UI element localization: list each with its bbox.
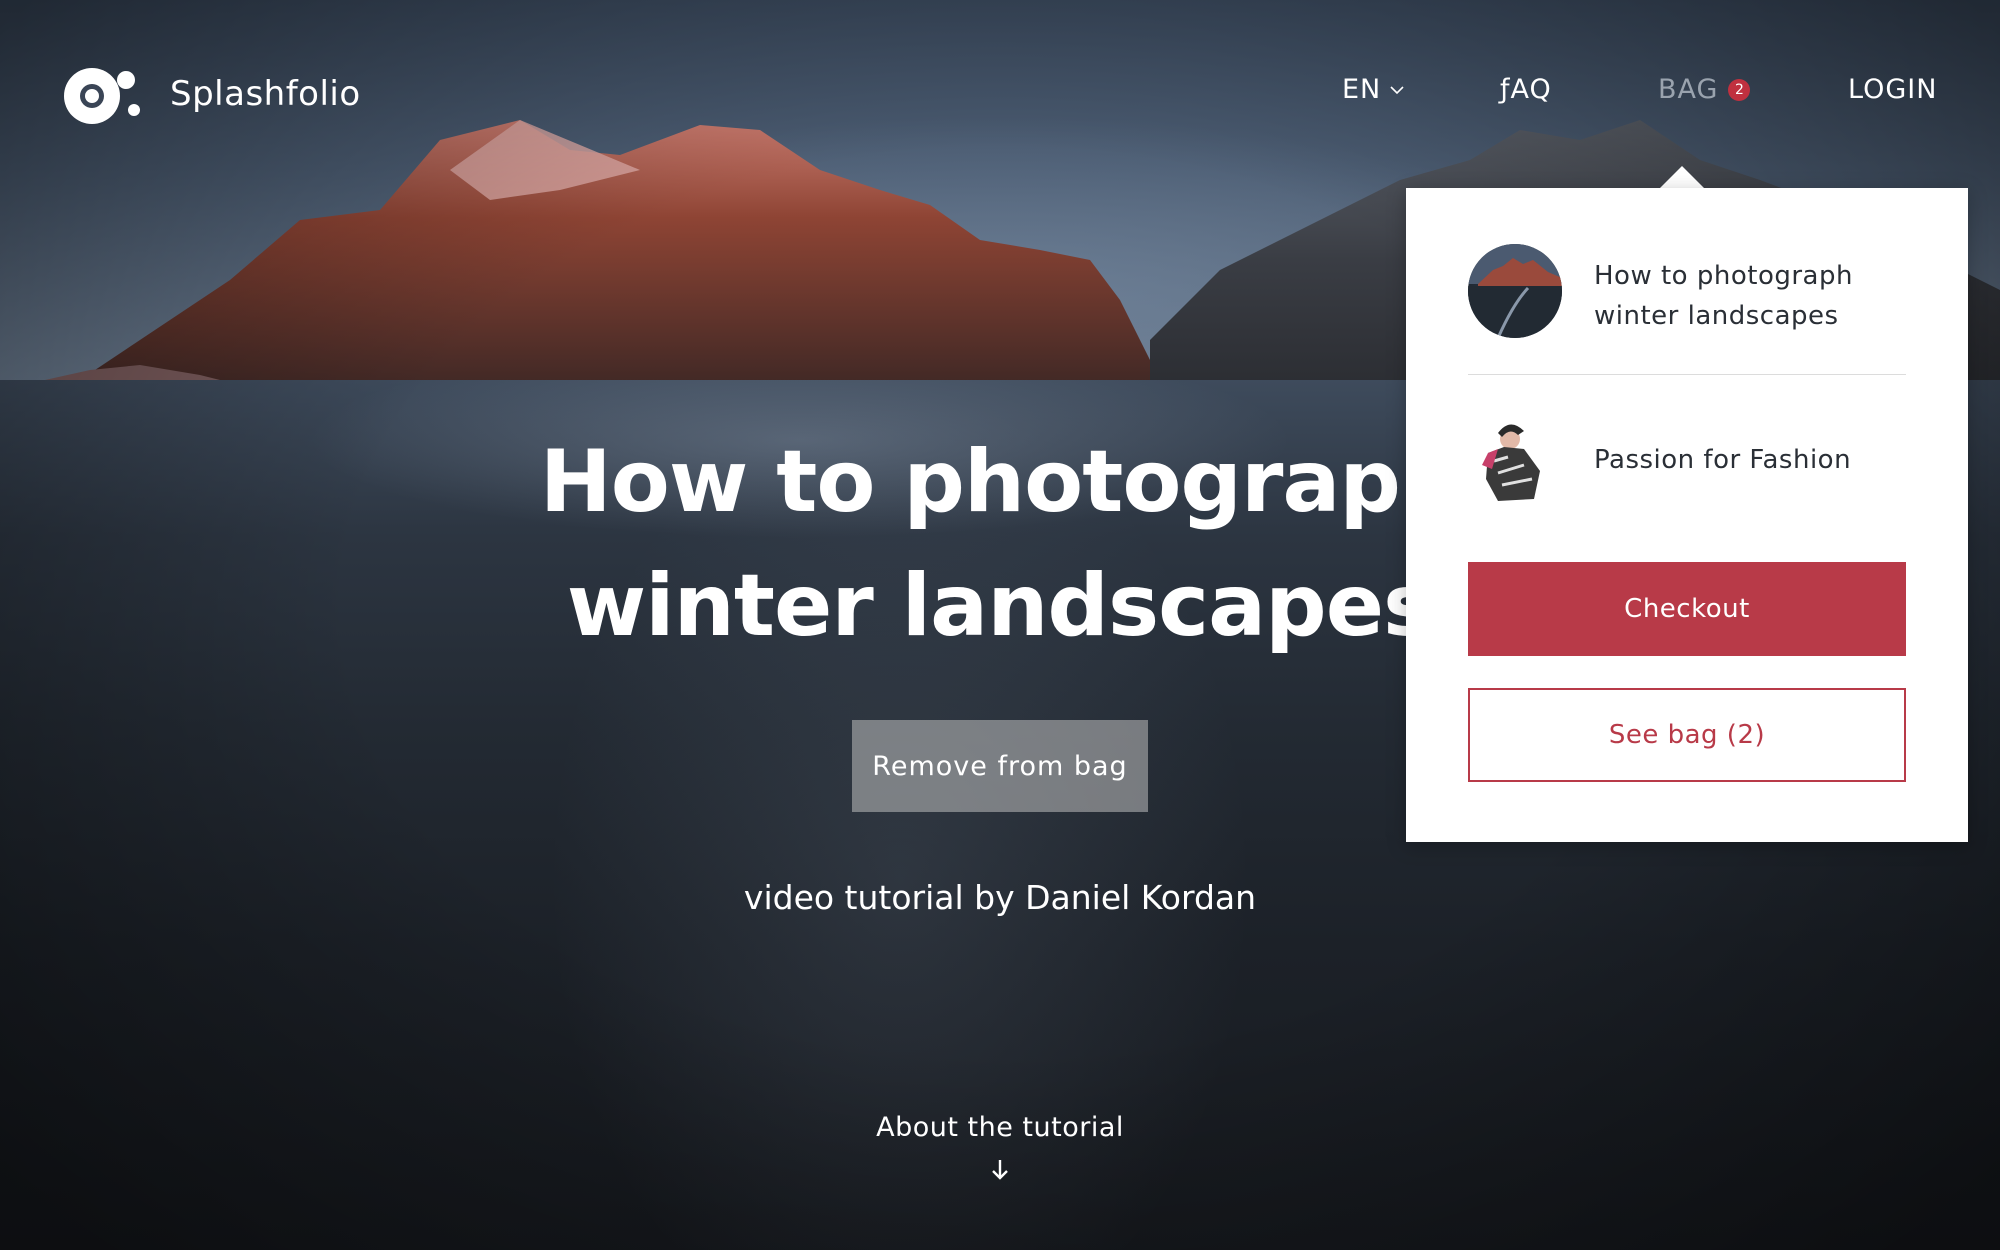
language-label: EN: [1342, 74, 1382, 105]
bag-item[interactable]: Passion for Fashion: [1468, 400, 1906, 520]
landscape-thumbnail: [1468, 244, 1562, 338]
arrow-down-icon[interactable]: [990, 1158, 1010, 1182]
bag-item-title: How to photograph winter landscapes: [1594, 261, 1853, 331]
bag-dropdown: How to photograph winter landscapes Pass…: [1406, 188, 1968, 842]
chevron-down-icon: [1390, 85, 1404, 94]
bag-dropdown-caret: [1660, 166, 1704, 188]
bag-item[interactable]: How to photograph winter landscapes: [1468, 244, 1906, 375]
bag-link[interactable]: BAG 2: [1658, 74, 1751, 105]
bag-label: BAG: [1658, 74, 1719, 105]
hero-subtitle: video tutorial by Daniel Kordan: [743, 878, 1257, 917]
login-link[interactable]: LOGIN: [1848, 74, 1937, 105]
about-tutorial-link[interactable]: About the tutorial: [800, 1112, 1200, 1143]
language-selector[interactable]: EN: [1342, 74, 1405, 105]
top-nav: EN ƒAQ BAG 2 LOGIN: [0, 74, 2000, 114]
hero-background: Splashfolio EN ƒAQ BAG 2 LOGIN How to ph…: [0, 0, 2000, 1250]
bag-count-badge: 2: [1728, 78, 1751, 101]
remove-from-bag-button[interactable]: Remove from bag: [852, 720, 1148, 812]
fashion-thumbnail: [1468, 413, 1562, 507]
faq-link[interactable]: ƒAQ: [1500, 74, 1552, 105]
see-bag-button[interactable]: See bag (2): [1468, 688, 1906, 782]
checkout-button[interactable]: Checkout: [1468, 562, 1906, 656]
bag-item-title: Passion for Fashion: [1594, 445, 1852, 475]
